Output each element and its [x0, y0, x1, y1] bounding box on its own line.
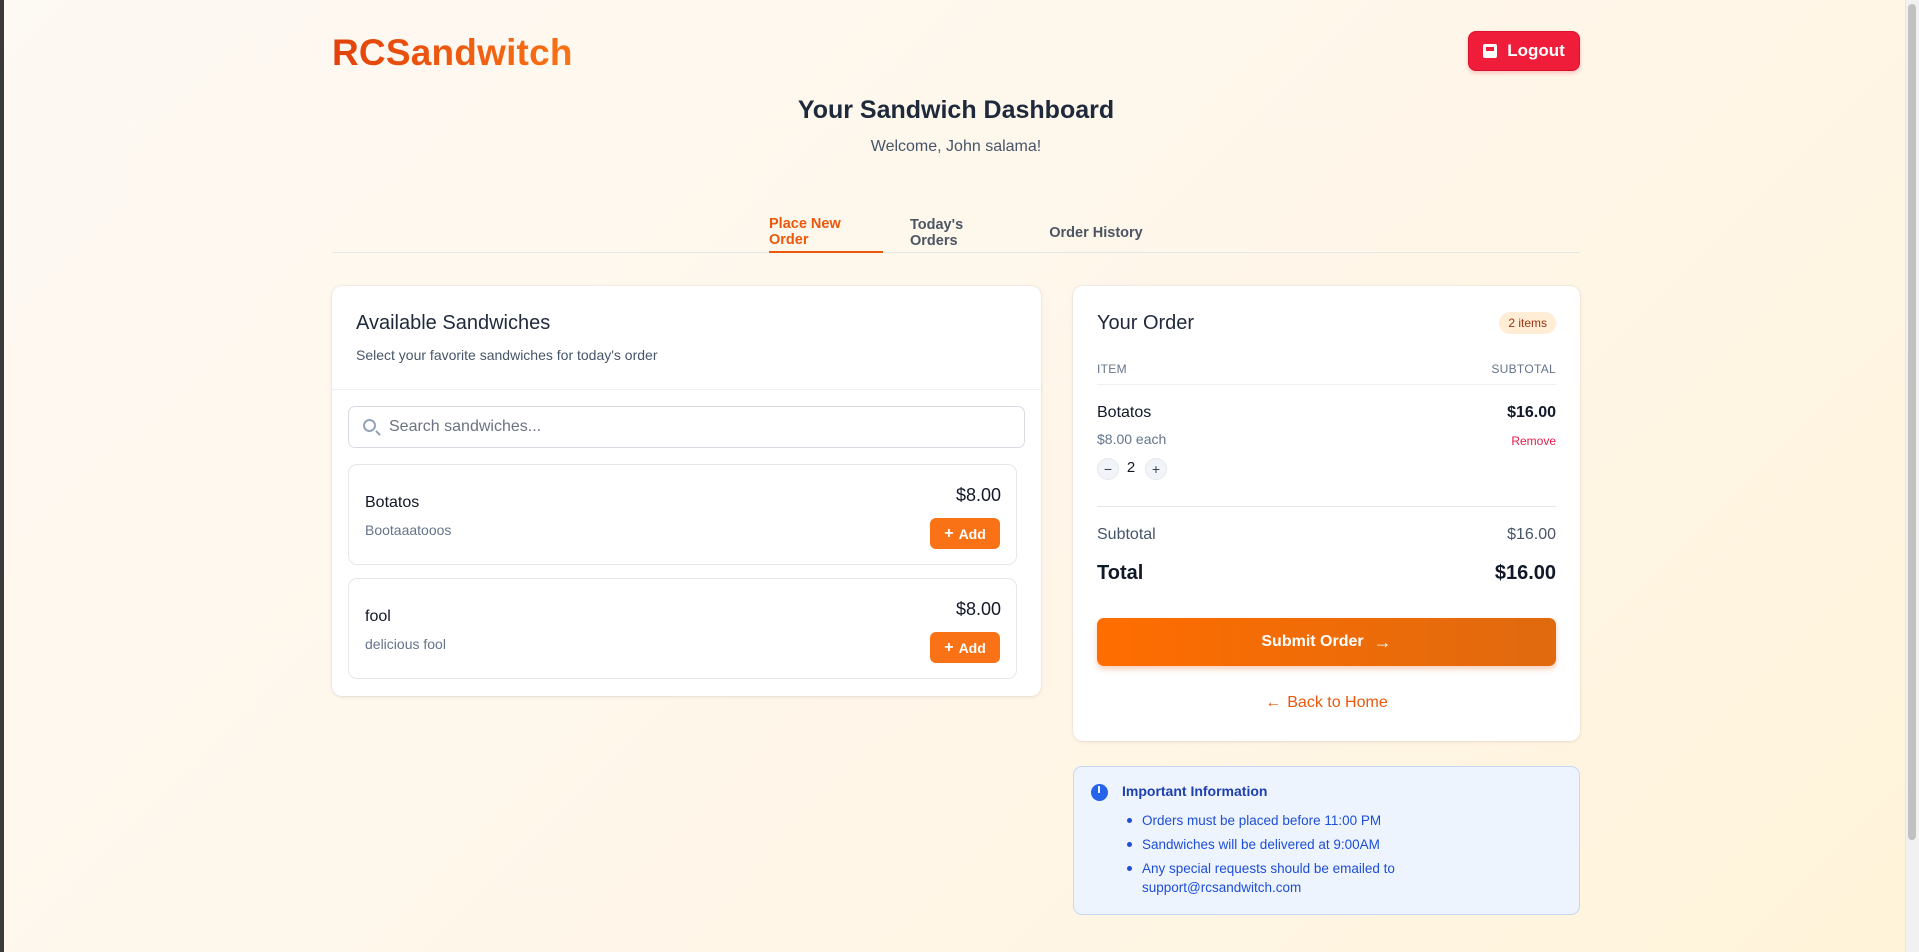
add-button[interactable]: + Add — [930, 518, 1000, 549]
tab-order-history[interactable]: Order History — [1048, 212, 1144, 253]
submit-label: Submit Order — [1261, 633, 1364, 650]
order-line-name: Botatos — [1097, 404, 1152, 421]
back-label: Back to Home — [1287, 694, 1388, 711]
sandwich-price: $8.00 — [955, 599, 1001, 619]
info-title: Important Information — [1122, 783, 1268, 799]
important-info-box: Important Information Orders must be pla… — [1073, 766, 1580, 915]
submit-order-button[interactable]: Submit Order → — [1097, 618, 1556, 666]
logout-icon — [1483, 44, 1498, 58]
add-label: Add — [958, 639, 986, 656]
item-count-badge: 2 items — [1499, 312, 1556, 334]
arrow-right-icon: → — [1373, 632, 1392, 652]
tab-todays-orders[interactable]: Today's Orders — [910, 212, 1010, 253]
divider — [1097, 384, 1556, 385]
sandwich-name: Botatos — [365, 494, 420, 511]
minus-icon: − — [1103, 461, 1113, 477]
page-title: Your Sandwich Dashboard — [797, 96, 1115, 124]
plus-icon: + — [944, 638, 954, 656]
sandwich-name: fool — [365, 608, 391, 625]
column-header-item: ITEM — [1097, 362, 1127, 376]
info-icon — [1091, 784, 1108, 801]
logout-label: Logout — [1507, 41, 1565, 60]
scrollbar-thumb[interactable] — [1908, 4, 1916, 840]
add-button[interactable]: + Add — [930, 632, 1000, 663]
plus-icon: + — [944, 524, 954, 542]
logout-button[interactable]: Logout — [1468, 31, 1580, 71]
sandwich-description: delicious fool — [365, 636, 446, 652]
dashboard-container: RCSandwitch Logout Your Sandwich Dashboa… — [332, 0, 1580, 952]
search-box — [348, 406, 1025, 448]
plus-icon: + — [1151, 461, 1161, 477]
increase-quantity-button[interactable]: + — [1145, 458, 1167, 480]
decrease-quantity-button[interactable]: − — [1097, 458, 1119, 480]
add-label: Add — [958, 525, 986, 542]
subtotal-value: $16.00 — [1507, 526, 1556, 543]
welcome-message: Welcome, John salama! — [870, 138, 1042, 155]
sandwich-card: fool delicious fool $8.00 + Add — [348, 578, 1017, 679]
scrollbar[interactable] — [1905, 0, 1919, 952]
order-line-subtotal: $16.00 — [1507, 404, 1556, 421]
sandwich-card: Botatos Bootaaatooos $8.00 + Add — [348, 464, 1017, 565]
search-input[interactable] — [389, 407, 1009, 447]
sandwich-price: $8.00 — [955, 485, 1001, 505]
brand-logo[interactable]: RCSandwitch — [332, 32, 573, 74]
info-list: Orders must be placed before 11:00 PM Sa… — [1127, 811, 1542, 902]
tab-place-new-order[interactable]: Place New Order — [769, 212, 883, 253]
info-item: Any special requests should be emailed t… — [1127, 859, 1542, 897]
available-sandwiches-card: Available Sandwiches Select your favorit… — [332, 286, 1041, 696]
quantity-value: 2 — [1126, 459, 1136, 476]
info-item: Sandwiches will be delivered at 9:00AM — [1127, 835, 1542, 854]
tab-bar: Place New Order Today's Orders Order His… — [332, 212, 1580, 253]
column-header-subtotal: SUBTOTAL — [1491, 362, 1556, 376]
remove-link[interactable]: Remove — [1511, 434, 1556, 448]
your-order-card: Your Order 2 items ITEM SUBTOTAL Botatos… — [1073, 286, 1580, 741]
window-frame-left — [0, 0, 4, 952]
available-title: Available Sandwiches — [356, 312, 551, 334]
order-title: Your Order — [1097, 312, 1195, 334]
total-label: Total — [1097, 562, 1144, 584]
back-to-home-link[interactable]: ← Back to Home — [1097, 694, 1556, 712]
subtotal-label: Subtotal — [1097, 526, 1156, 543]
search-icon — [363, 419, 376, 432]
sandwich-description: Bootaaatooos — [365, 522, 452, 538]
header: RCSandwitch Logout — [332, 30, 1580, 74]
order-line-unit-price: $8.00 each — [1097, 431, 1167, 447]
total-value: $16.00 — [1494, 562, 1556, 584]
available-subtitle: Select your favorite sandwiches for toda… — [356, 347, 658, 363]
divider — [332, 389, 1041, 390]
arrow-left-icon: ← — [1265, 694, 1282, 711]
info-item: Orders must be placed before 11:00 PM — [1127, 811, 1542, 830]
divider — [1097, 506, 1556, 507]
